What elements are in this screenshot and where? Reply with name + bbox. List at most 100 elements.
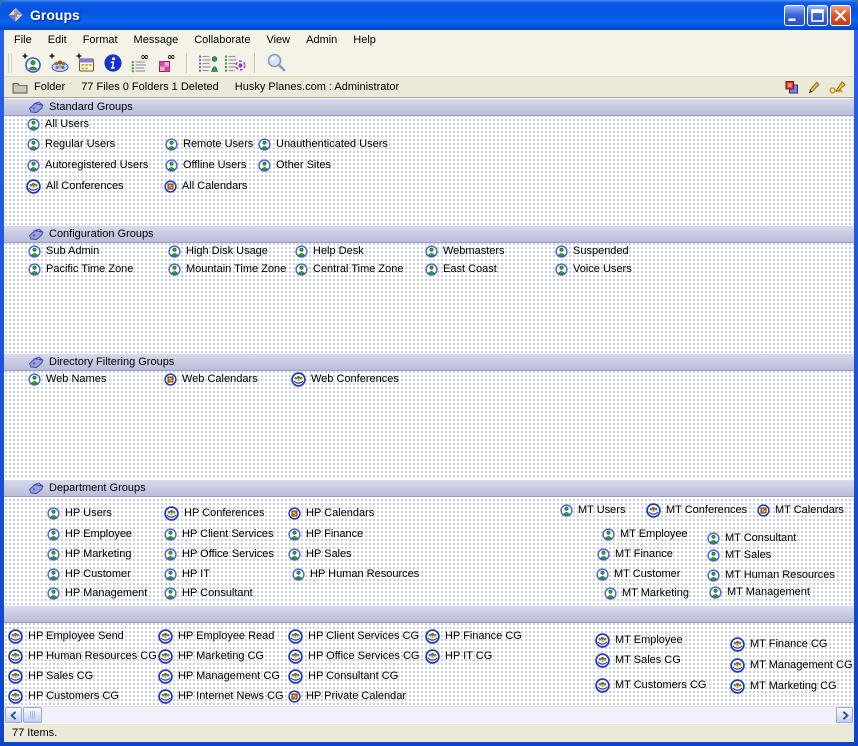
group-item-east-coast[interactable]: East Coast (425, 261, 497, 277)
group-item-hp-conferences[interactable]: HP Conferences (164, 505, 265, 521)
group-item-hp-it-cg[interactable]: HP IT CG (425, 648, 492, 664)
group-item-mt-sales[interactable]: MT Sales (707, 547, 771, 563)
group-item-hp-finance-cg[interactable]: HP Finance CG (425, 628, 522, 644)
scroll-right-button[interactable] (836, 707, 853, 723)
group-item-mt-consultant[interactable]: MT Consultant (707, 530, 796, 546)
group-item-mt-finance-cg[interactable]: MT Finance CG (730, 636, 827, 652)
scrollbar-thumb[interactable] (23, 707, 42, 723)
group-item-offline-users[interactable]: Offline Users (165, 157, 246, 173)
group-item-hp-employee-read[interactable]: HP Employee Read (158, 628, 274, 644)
group-item-hp-marketing[interactable]: HP Marketing (47, 546, 131, 562)
group-item-hp-it[interactable]: HP IT (164, 566, 210, 582)
group-item-hp-consultant-cg[interactable]: HP Consultant CG (288, 668, 398, 684)
group-item-mt-calendars[interactable]: MT Calendars (757, 502, 844, 518)
menu-admin[interactable]: Admin (298, 31, 345, 49)
group-item-mt-management-cg[interactable]: MT Management CG (730, 657, 853, 673)
section-header-standard-groups[interactable]: Standard Groups (4, 98, 854, 116)
group-item-mt-conferences[interactable]: MT Conferences (646, 502, 747, 518)
group-item-hp-human-resources-cg[interactable]: HP Human Resources CG (8, 648, 157, 664)
group-item-other-sites[interactable]: Other Sites (258, 157, 331, 173)
group-item-mt-management[interactable]: MT Management (709, 584, 810, 600)
group-item-hp-employee-send[interactable]: HP Employee Send (8, 628, 124, 644)
menu-view[interactable]: View (258, 31, 298, 49)
group-item-all-calendars[interactable]: All Calendars (164, 178, 247, 194)
group-item-remote-users[interactable]: Remote Users (165, 136, 253, 152)
pencil-icon[interactable] (808, 81, 820, 94)
group-item-high-disk-usage[interactable]: High Disk Usage (168, 243, 268, 259)
layers-icon[interactable] (785, 81, 799, 94)
section-header-blank[interactable] (4, 605, 854, 623)
section-header-configuration-groups[interactable]: Configuration Groups (4, 225, 854, 243)
group-item-hp-human-resources[interactable]: HP Human Resources (292, 566, 419, 582)
group-item-mt-marketing[interactable]: MT Marketing (604, 585, 689, 601)
new-user-group-button[interactable] (19, 51, 44, 76)
new-calendar-group-button[interactable] (73, 51, 98, 76)
group-item-hp-private-calendar[interactable]: HP Private Calendar (288, 688, 406, 704)
group-item-mt-customers-cg[interactable]: MT Customers CG (595, 677, 706, 693)
group-item-sub-admin[interactable]: Sub Admin (28, 243, 99, 259)
group-item-hp-office-services[interactable]: HP Office Services (164, 546, 274, 562)
new-conference-group-button[interactable] (46, 51, 71, 76)
group-item-pacific-time-zone[interactable]: Pacific Time Zone (28, 261, 133, 277)
toolbar-grip[interactable] (7, 53, 12, 73)
group-item-hp-customer[interactable]: HP Customer (47, 566, 131, 582)
group-item-mt-sales-cg[interactable]: MT Sales CG (595, 652, 681, 668)
key-pencil-icon[interactable] (829, 81, 846, 94)
group-item-central-time-zone[interactable]: Central Time Zone (295, 261, 403, 277)
group-item-hp-sales[interactable]: HP Sales (288, 546, 352, 562)
group-item-mt-marketing-cg[interactable]: MT Marketing CG (730, 678, 837, 694)
group-item-unauthenticated-users[interactable]: Unauthenticated Users (258, 136, 388, 152)
group-item-mt-employee[interactable]: MT Employee (595, 632, 683, 648)
group-item-autoregistered-users[interactable]: Autoregistered Users (27, 157, 148, 173)
menu-edit[interactable]: Edit (40, 31, 75, 49)
menu-format[interactable]: Format (75, 31, 126, 49)
info-button[interactable] (100, 51, 125, 76)
group-item-hp-calendars[interactable]: HP Calendars (288, 505, 374, 521)
group-item-hp-management[interactable]: HP Management (47, 585, 147, 601)
group-item-all-conferences[interactable]: All Conferences (26, 178, 124, 194)
minimize-button[interactable] (784, 5, 805, 26)
group-item-web-calendars[interactable]: Web Calendars (164, 371, 258, 387)
group-item-hp-sales-cg[interactable]: HP Sales CG (8, 668, 93, 684)
group-item-hp-finance[interactable]: HP Finance (288, 526, 363, 542)
group-item-hp-users[interactable]: HP Users (47, 505, 112, 521)
group-item-web-conferences[interactable]: Web Conferences (291, 371, 399, 387)
menu-message[interactable]: Message (126, 31, 187, 49)
maximize-button[interactable] (807, 5, 828, 26)
group-item-mt-employee[interactable]: MT Employee (602, 526, 688, 542)
scroll-left-button[interactable] (5, 707, 22, 723)
group-item-voice-users[interactable]: Voice Users (555, 261, 632, 277)
group-item-mt-users[interactable]: MT Users (560, 502, 625, 518)
group-item-webmasters[interactable]: Webmasters (425, 243, 505, 259)
grid-permissions-button[interactable]: ∞ (154, 51, 179, 76)
section-header-directory-filtering-groups[interactable]: Directory Filtering Groups (4, 353, 854, 371)
menu-help[interactable]: Help (345, 31, 384, 49)
group-item-hp-internet-news-cg[interactable]: HP Internet News CG (158, 688, 284, 704)
group-item-hp-marketing-cg[interactable]: HP Marketing CG (158, 648, 264, 664)
group-item-hp-consultant[interactable]: HP Consultant (164, 585, 253, 601)
directory-list-button[interactable] (195, 51, 220, 76)
group-item-hp-office-services-cg[interactable]: HP Office Services CG (288, 648, 419, 664)
group-item-mt-human-resources[interactable]: MT Human Resources (707, 567, 835, 583)
filter-list-button[interactable] (222, 51, 247, 76)
close-button[interactable] (830, 5, 851, 26)
menu-file[interactable]: File (6, 31, 40, 49)
group-item-hp-customers-cg[interactable]: HP Customers CG (8, 688, 119, 704)
group-item-hp-client-services-cg[interactable]: HP Client Services CG (288, 628, 419, 644)
menu-collaborate[interactable]: Collaborate (186, 31, 258, 49)
group-item-all-users[interactable]: All Users (27, 116, 89, 132)
group-item-mt-customer[interactable]: MT Customer (596, 566, 680, 582)
group-item-hp-client-services[interactable]: HP Client Services (164, 526, 274, 542)
group-item-mt-finance[interactable]: MT Finance (597, 546, 673, 562)
group-item-mountain-time-zone[interactable]: Mountain Time Zone (168, 261, 286, 277)
group-item-suspended[interactable]: Suspended (555, 243, 629, 259)
group-item-help-desk[interactable]: Help Desk (295, 243, 364, 259)
group-item-web-names[interactable]: Web Names (28, 371, 106, 387)
group-item-hp-management-cg[interactable]: HP Management CG (158, 668, 280, 684)
horizontal-scrollbar[interactable] (4, 706, 854, 723)
group-item-hp-employee[interactable]: HP Employee (47, 526, 132, 542)
group-item-regular-users[interactable]: Regular Users (27, 136, 115, 152)
list-permissions-button[interactable]: ∞ (127, 51, 152, 76)
search-button[interactable] (263, 51, 288, 76)
section-header-department-groups[interactable]: Department Groups (4, 479, 854, 497)
